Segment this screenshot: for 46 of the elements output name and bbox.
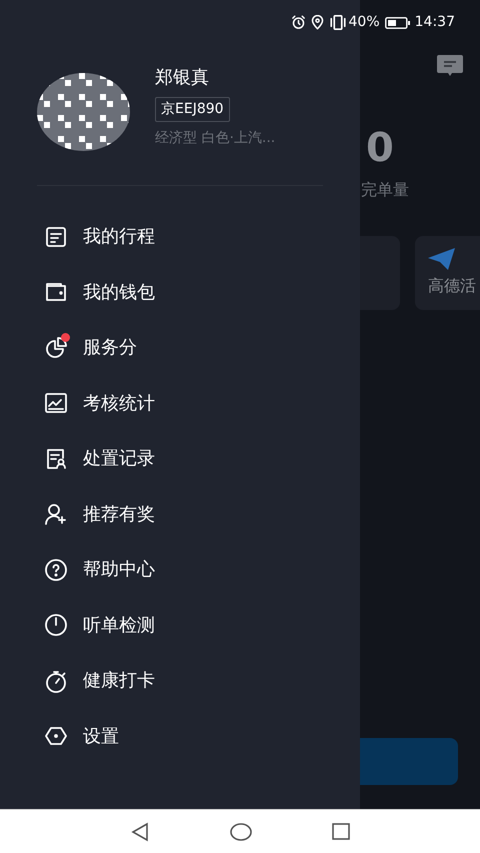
- back-icon[interactable]: [130, 822, 150, 842]
- driver-name: 郑银真: [155, 69, 209, 87]
- menu-label: 设置: [83, 724, 119, 749]
- paper-plane-icon: [428, 248, 455, 270]
- stat-value: 0: [366, 128, 394, 168]
- plate-number: 京EEJ890: [155, 97, 230, 122]
- stat-label: 完单量: [361, 179, 409, 201]
- battery-icon: [384, 16, 410, 28]
- menu-item[interactable]: 我的钱包: [0, 264, 360, 320]
- document-icon: [44, 224, 68, 249]
- clock-icon: [44, 613, 68, 638]
- menu-label: 处置记录: [83, 447, 155, 472]
- menu-item[interactable]: 我的行程: [0, 209, 360, 264]
- location-icon: [310, 15, 324, 30]
- menu-item[interactable]: 健康打卡: [0, 653, 360, 708]
- menu-item[interactable]: 处置记录: [0, 431, 360, 486]
- menu-label: 考核统计: [83, 392, 155, 416]
- stopwatch-icon: [44, 668, 68, 693]
- menu-item[interactable]: 服务分: [0, 320, 360, 376]
- activity-card[interactable]: 高德活: [415, 236, 480, 310]
- menu-item[interactable]: 帮助中心: [0, 542, 360, 598]
- chart-icon: [44, 391, 68, 416]
- help-icon: [44, 558, 68, 582]
- user-add-icon: [44, 502, 68, 526]
- menu-label: 健康打卡: [83, 669, 155, 694]
- battery-percent: 40%: [348, 13, 380, 32]
- message-icon[interactable]: [436, 54, 464, 78]
- menu-label: 推荐有奖: [83, 502, 155, 527]
- menu-label: 我的行程: [83, 225, 155, 250]
- menu-label: 我的钱包: [83, 280, 155, 305]
- alarm-icon: [290, 15, 306, 30]
- recents-icon[interactable]: [332, 823, 350, 840]
- vehicle-info: 经济型 白色·上汽...: [155, 129, 276, 148]
- record-icon: [44, 446, 68, 471]
- menu-label: 听单检测: [83, 614, 155, 638]
- card-label: 高德活: [428, 275, 477, 297]
- menu-label: 服务分: [83, 336, 137, 360]
- menu-item[interactable]: 听单检测: [0, 598, 360, 653]
- clock-time: 14:37: [414, 13, 455, 32]
- menu-item[interactable]: 推荐有奖: [0, 486, 360, 542]
- menu-item[interactable]: 考核统计: [0, 376, 360, 431]
- home-icon[interactable]: [230, 822, 252, 840]
- pie-chart-icon: [44, 336, 68, 360]
- vibrate-icon: [328, 15, 347, 30]
- menu-item[interactable]: 设置: [0, 708, 360, 764]
- menu-label: 帮助中心: [83, 558, 155, 582]
